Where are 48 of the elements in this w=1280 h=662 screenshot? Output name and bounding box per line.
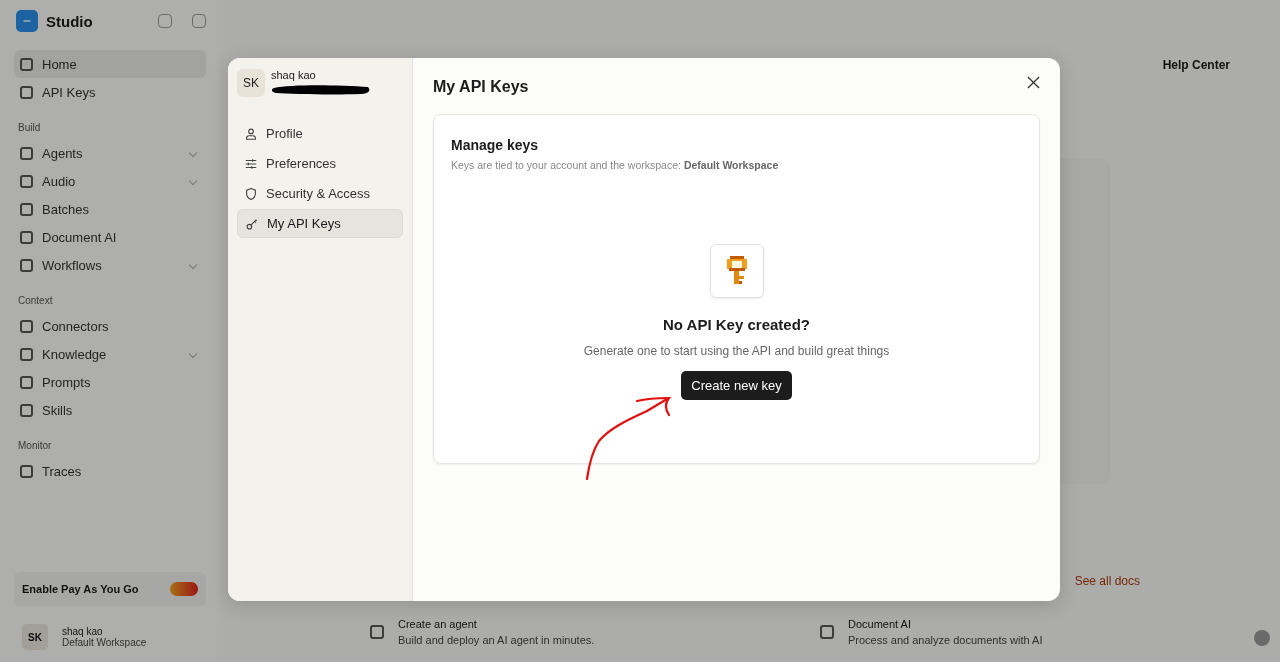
nav-item[interactable]: Workflows — [14, 251, 206, 279]
nav-item[interactable]: Connectors — [14, 312, 206, 340]
key-icon — [709, 244, 764, 298]
logo-icon — [16, 10, 38, 32]
nav-item[interactable]: Batches — [14, 195, 206, 223]
menu-item[interactable]: My API Keys — [237, 209, 403, 238]
card-subtitle: Keys are tied to your account and the workspace: Default Workspace — [451, 159, 780, 171]
empty-text: Generate one to start using the API and build great things — [583, 344, 890, 358]
quick-link-title[interactable]: Document AI — [848, 618, 1043, 630]
nav-item[interactable]: Skills — [14, 396, 206, 424]
create-key-button[interactable]: Create new key — [681, 371, 792, 400]
nav-item[interactable]: Knowledge — [14, 340, 206, 368]
close-icon[interactable] — [1027, 76, 1040, 89]
user-name: shaq kao — [271, 69, 317, 82]
quick-link-text: Process and analyze documents with AI — [848, 634, 1043, 646]
menu-item[interactable]: Security & Access — [237, 179, 403, 208]
nav-item[interactable]: Home — [14, 50, 206, 78]
docs-link[interactable]: See all docs — [1074, 574, 1140, 588]
section-label: Monitor — [18, 440, 53, 451]
card-title: Manage keys — [451, 137, 540, 153]
quick-link-text: Build and deploy an AI agent in minutes. — [398, 634, 595, 646]
section-label: Context — [18, 295, 54, 306]
brand-name[interactable]: Studio — [46, 12, 138, 30]
nav-item[interactable]: Audio — [14, 167, 206, 195]
avatar: SK — [22, 624, 48, 650]
shield-icon — [244, 186, 258, 201]
avatar: SK — [237, 69, 265, 97]
dialog-title: My API Keys — [433, 78, 529, 96]
tile-icon — [370, 625, 384, 639]
quick-link-title[interactable]: Create an agent — [398, 618, 595, 630]
menu-item[interactable]: Preferences — [237, 149, 403, 178]
workspace-name: Default Workspace — [62, 637, 147, 648]
help-link[interactable]: Help Center — [1162, 58, 1230, 72]
nav-item[interactable]: Document AI — [14, 223, 206, 251]
nav-item[interactable]: Traces — [14, 457, 206, 485]
person-icon — [244, 126, 258, 141]
nav-item[interactable]: Agents — [14, 139, 206, 167]
sliders-icon — [244, 156, 258, 171]
section-label: Build — [18, 122, 42, 133]
menu-item[interactable]: Profile — [237, 119, 403, 148]
nav-item[interactable]: API Keys — [14, 78, 206, 106]
user-name: shaq kao — [62, 626, 103, 637]
promo-text: Enable Pay As You Go — [22, 583, 139, 595]
promo-card[interactable]: Enable Pay As You Go — [14, 572, 206, 606]
toggle-icon[interactable] — [170, 582, 198, 596]
nav-item[interactable]: Prompts — [14, 368, 206, 396]
empty-title: No API Key created? — [663, 316, 810, 333]
tile-icon — [820, 625, 834, 639]
